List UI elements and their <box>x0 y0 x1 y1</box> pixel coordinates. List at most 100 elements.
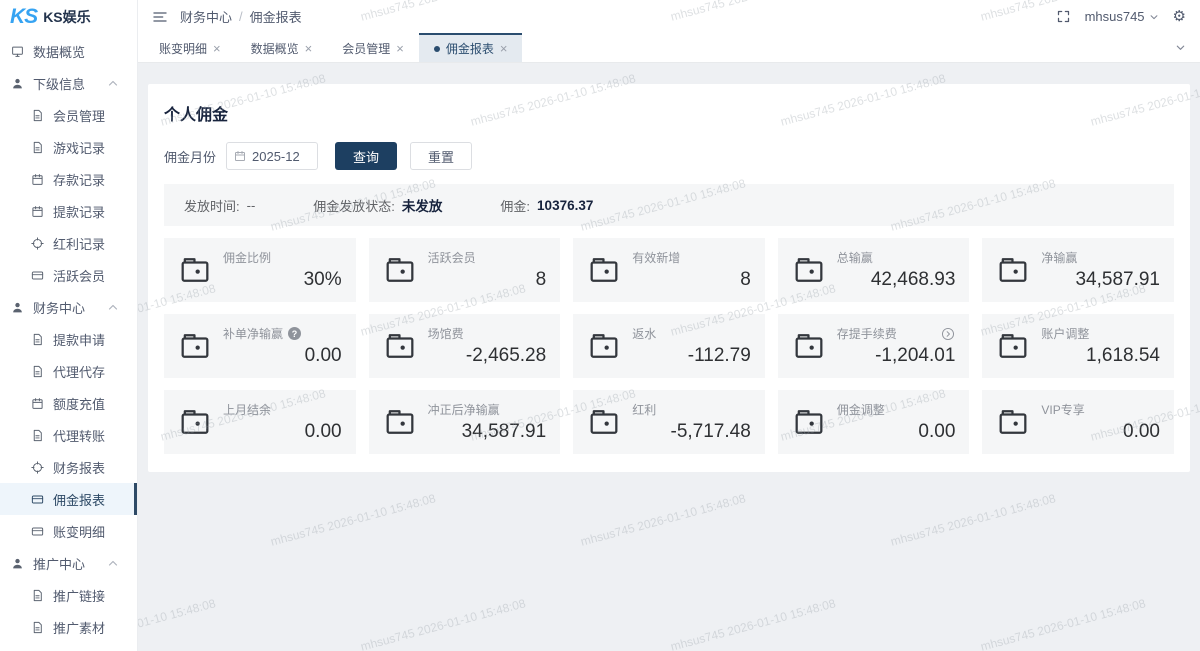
user-menu[interactable]: mhsus745 <box>1085 9 1159 24</box>
sidebar-item-finance-report[interactable]: 财务报表 <box>0 451 137 483</box>
search-button[interactable]: 查询 <box>335 142 397 170</box>
sidebar-item-label: 存款记录 <box>53 170 105 189</box>
stat-card-label: VIP专享 <box>1041 401 1084 418</box>
stat-card-venue-fee: 场馆费-2,465.28 <box>369 314 561 378</box>
sidebar-item-deposit-records[interactable]: 存款记录 <box>0 163 137 195</box>
sidebar-item-label: 推广中心 <box>33 554 85 573</box>
stat-card-label-row: 冲正后净输赢 <box>428 401 547 418</box>
sidebar-item-withdrawal-request[interactable]: 提款申请 <box>0 323 137 355</box>
status-value: -- <box>247 198 256 213</box>
wallet-icon <box>385 256 415 284</box>
month-picker-value: 2025-12 <box>252 149 300 164</box>
stat-card-body: 佣金比例30% <box>223 249 342 291</box>
sidebar-item-label: 代理转账 <box>53 426 105 445</box>
tab-member-management[interactable]: 会员管理× <box>327 33 419 62</box>
stat-card-value: 34,587.91 <box>1041 269 1160 291</box>
tab-list-chevron-down-icon[interactable] <box>1161 33 1200 62</box>
tab-data-overview[interactable]: 数据概览× <box>236 33 328 62</box>
document-icon <box>30 332 45 347</box>
sidebar-item-promotion-links[interactable]: 推广链接 <box>0 579 137 611</box>
stat-card-value: 42,468.93 <box>837 269 956 291</box>
sidebar-item-member-management[interactable]: 会员管理 <box>0 99 137 131</box>
wallet-icon <box>998 332 1028 360</box>
card-icon <box>30 268 45 283</box>
stat-card-label-row: 净输赢 <box>1041 249 1160 266</box>
reset-button[interactable]: 重置 <box>410 142 472 170</box>
status-value: 未发放 <box>402 195 443 215</box>
stat-card-value: 0.00 <box>837 421 956 443</box>
stat-card-label: 返水 <box>632 325 656 342</box>
stat-card-label-row: 场馆费 <box>428 325 547 342</box>
wallet-icon <box>794 256 824 284</box>
stat-card-body: 冲正后净输赢34,587.91 <box>428 401 547 443</box>
breadcrumb-item-finance-center[interactable]: 财务中心 <box>180 7 232 26</box>
wallet-icon <box>794 408 824 436</box>
sidebar-item-label: 账变明细 <box>53 522 105 541</box>
stat-card-label: 冲正后净输赢 <box>428 401 500 418</box>
tab-account-change-detail[interactable]: 账变明细× <box>144 33 236 62</box>
stat-card-label-row: 上月结余 <box>223 401 342 418</box>
wallet-icon <box>180 408 210 436</box>
status-item: 发放时间:-- <box>184 196 255 215</box>
sidebar-item-bonus-records[interactable]: 红利记录 <box>0 227 137 259</box>
stat-card-label: 佣金比例 <box>223 249 271 266</box>
sidebar-item-account-change-detail[interactable]: 账变明细 <box>0 515 137 547</box>
arrow-right-circle-icon[interactable] <box>941 327 955 341</box>
close-icon[interactable]: × <box>213 42 221 55</box>
sidebar-item-agent-transfer[interactable]: 代理转账 <box>0 419 137 451</box>
stat-card-label: 有效新增 <box>632 249 680 266</box>
hamburger-icon[interactable] <box>152 9 168 25</box>
stat-card-body: 存提手续费-1,204.01 <box>837 325 956 367</box>
stat-card-commission-adjustment: 佣金调整0.00 <box>778 390 970 454</box>
status-bar: 发放时间:--佣金发放状态:未发放佣金:10376.37 <box>164 184 1174 226</box>
tab-label: 佣金报表 <box>446 40 494 57</box>
stat-card-reorder-net-win-loss: 补单净输赢?0.00 <box>164 314 356 378</box>
sidebar-item-commission-report[interactable]: 佣金报表 <box>0 483 137 515</box>
sidebar-item-sub-info[interactable]: 下级信息 <box>0 67 137 99</box>
sidebar-item-active-members[interactable]: 活跃会员 <box>0 259 137 291</box>
fullscreen-icon[interactable] <box>1056 9 1071 24</box>
card-icon <box>30 524 45 539</box>
stat-card-value: 8 <box>632 269 751 291</box>
month-picker-input[interactable]: 2025-12 <box>226 142 318 170</box>
stat-card-body: 佣金调整0.00 <box>837 401 956 443</box>
sidebar-item-label: 活跃会员 <box>53 266 105 285</box>
sidebar-item-label: 会员管理 <box>53 106 105 125</box>
sidebar-item-data-overview[interactable]: 数据概览 <box>0 35 137 67</box>
brand-name: KS娱乐 <box>43 7 90 27</box>
chevron-up-icon[interactable] <box>107 301 119 313</box>
calendar-icon <box>234 150 246 162</box>
chevron-up-icon[interactable] <box>107 77 119 89</box>
app-window: KS KS娱乐 数据概览下级信息会员管理游戏记录存款记录提款记录红利记录活跃会员… <box>0 0 1200 651</box>
sidebar-item-promotion-center[interactable]: 推广中心 <box>0 547 137 579</box>
stat-card-label: 总输赢 <box>837 249 873 266</box>
help-icon[interactable]: ? <box>288 327 301 340</box>
sidebar-nav: 数据概览下级信息会员管理游戏记录存款记录提款记录红利记录活跃会员财务中心提款申请… <box>0 33 137 643</box>
stat-card-value: 0.00 <box>223 345 342 367</box>
wallet-icon <box>998 408 1028 436</box>
document-icon <box>30 588 45 603</box>
close-icon[interactable]: × <box>305 42 313 55</box>
sidebar-item-finance-center[interactable]: 财务中心 <box>0 291 137 323</box>
wallet-icon <box>589 408 619 436</box>
sidebar-item-promotion-materials[interactable]: 推广素材 <box>0 611 137 643</box>
chevron-up-icon[interactable] <box>107 557 119 569</box>
wallet-icon <box>180 332 210 360</box>
tab-commission-report[interactable]: 佣金报表 × <box>419 33 523 62</box>
sidebar-item-quota-recharge[interactable]: 额度充值 <box>0 387 137 419</box>
sidebar-item-agent-deposit[interactable]: 代理代存 <box>0 355 137 387</box>
gear-icon[interactable]: ⚙ <box>1173 9 1186 24</box>
sidebar-item-withdrawal-records[interactable]: 提款记录 <box>0 195 137 227</box>
stat-card-deposit-withdraw-fee: 存提手续费-1,204.01 <box>778 314 970 378</box>
chevron-down-icon <box>1149 12 1159 22</box>
sidebar-item-label: 游戏记录 <box>53 138 105 157</box>
stat-card-body: 补单净输赢?0.00 <box>223 325 342 367</box>
close-icon[interactable]: × <box>500 42 508 55</box>
status-item: 佣金发放状态:未发放 <box>313 195 442 215</box>
close-icon[interactable]: × <box>396 42 404 55</box>
stat-card-value: 0.00 <box>1041 421 1160 443</box>
monitor-icon <box>10 44 25 59</box>
sidebar-item-label: 提款记录 <box>53 202 105 221</box>
sidebar-item-game-records[interactable]: 游戏记录 <box>0 131 137 163</box>
sidebar-item-label: 代理代存 <box>53 362 105 381</box>
